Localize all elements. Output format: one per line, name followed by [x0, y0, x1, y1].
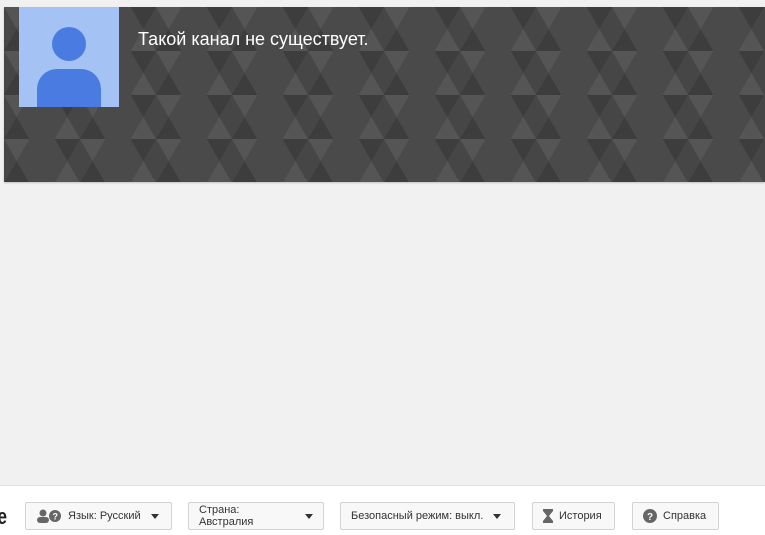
channel-avatar [19, 7, 119, 107]
svg-text:?: ? [53, 512, 59, 522]
caret-down-icon [493, 513, 502, 519]
language-icon: ? [37, 509, 61, 523]
country-label: Страна: Австралия [199, 504, 254, 528]
hourglass-icon [543, 509, 553, 523]
svg-text:?: ? [647, 512, 653, 523]
safety-mode-button[interactable]: Безопасный режим: выкл. [340, 502, 515, 530]
history-label: История [559, 510, 602, 522]
history-button[interactable]: История [532, 502, 615, 530]
avatar-head-icon [52, 27, 86, 61]
footer: e ? Язык: Русский Страна: Австралия Безо… [0, 485, 765, 535]
youtube-logo[interactable]: e [0, 504, 7, 530]
help-button[interactable]: ? Справка [632, 502, 719, 530]
help-icon: ? [643, 509, 657, 523]
language-button[interactable]: ? Язык: Русский [25, 502, 172, 530]
channel-not-found-message: Такой канал не существует. [138, 29, 369, 49]
caret-down-icon [150, 513, 159, 519]
country-button[interactable]: Страна: Австралия [188, 502, 324, 530]
help-label: Справка [663, 510, 707, 522]
safety-mode-label: Безопасный режим: выкл. [351, 510, 484, 522]
avatar-body-icon [37, 69, 101, 107]
caret-down-icon [305, 513, 313, 519]
language-label: Язык: Русский [68, 510, 141, 522]
